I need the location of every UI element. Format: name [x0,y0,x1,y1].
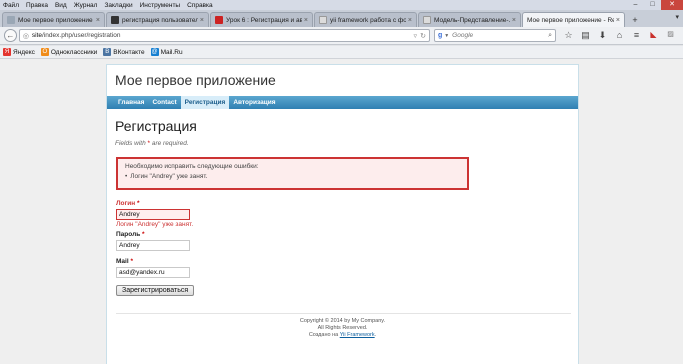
address-bar[interactable]: ◎ site/index.php/user/registration ▿ ↻ [18,29,430,42]
tab-bar: Мое первое приложение - Re... × регистра… [0,10,683,27]
reload-icon[interactable]: ↻ [420,32,426,40]
login-field[interactable] [116,209,190,220]
bookmarks-list-icon[interactable]: ▤ [577,30,594,41]
page-title: Регистрация [115,118,197,134]
footer-copyright: Copyright © 2014 by My Company. [299,318,386,324]
globe-icon: ◎ [22,32,29,40]
bookmarks-toolbar: Я Яндекс O Одноклассники B ВКонтакте @ M… [0,46,683,59]
bookmark-vkontakte[interactable]: B ВКонтакте [103,48,145,56]
vkontakte-icon: B [103,48,112,56]
back-arrow-icon[interactable]: ← [4,29,17,42]
error-item: Логин "Andrey" уже занят. [125,173,460,180]
maximize-button[interactable]: □ [644,0,661,10]
search-input[interactable] [452,32,549,39]
search-bar[interactable]: g ▼ ⌕ [433,29,556,42]
footer-rights: All Rights Reserved. [317,325,368,331]
menu-edit[interactable]: Правка [26,2,48,9]
window-controls: – □ ✕ [627,0,683,10]
browser-tab[interactable]: yii framework работа с фо... × [314,12,417,27]
mail-label: Mail * [116,258,133,265]
bookmark-label: Одноклассники [50,48,98,56]
page-favicon-icon [7,16,15,24]
footer-powered: Создано на Yii Framework. [308,332,377,338]
menu-icon[interactable]: ≡ [628,30,645,41]
menu-bookmarks[interactable]: Закладки [104,2,132,9]
site-logo: Мое первое приложение [115,72,276,88]
page-container: Мое первое приложение Главная Contact Ре… [106,64,579,364]
tab-title: Модель-Представление-... [434,16,510,24]
browser-tab[interactable]: регистрация пользовател... × [106,12,209,27]
menu-history[interactable]: Журнал [74,2,98,9]
odnoklassniki-icon: O [40,48,49,56]
bookmark-yandex[interactable]: Я Яндекс [3,48,35,56]
menu-view[interactable]: Вид [55,2,67,9]
browser-tab[interactable]: Модель-Представление-... × [418,12,521,27]
search-icon[interactable]: ⌕ [548,32,552,40]
menu-bar: Файл Правка Вид Журнал Закладки Инструме… [0,0,683,10]
url-dropdown-icon[interactable]: ▿ [414,32,418,40]
download-icon[interactable]: ⬇ [594,30,611,41]
password-label: Пароль * [116,231,145,238]
new-tab-button[interactable]: + [629,13,641,27]
addon-icon[interactable]: ◣ [645,30,662,41]
video-favicon-icon [111,16,119,24]
google-icon[interactable]: g [438,32,442,39]
minimize-button[interactable]: – [627,0,644,10]
tab-title: Мое первое приложение - Re... [527,16,614,24]
footer: Copyright © 2014 by My Company. All Righ… [107,318,578,339]
yii-framework-link[interactable]: Yii Framework [340,332,375,338]
menu-file[interactable]: Файл [3,2,19,9]
close-tab-icon[interactable]: × [616,17,620,24]
error-summary-header: Необходимо исправить следующие ошибки: [125,163,259,170]
addon-gray-icon[interactable]: ▨ [662,30,679,41]
close-tab-icon[interactable]: × [200,17,204,24]
password-field[interactable] [116,240,190,251]
close-tab-icon[interactable]: × [408,17,412,24]
site-favicon-icon [215,16,223,24]
mail-field[interactable] [116,267,190,278]
login-error: Логин "Andrey" уже занят. [116,221,194,228]
menu-link-login[interactable]: Авторизация [229,96,279,109]
toolbar-icons: ☆ ▤ ⬇ ⌂ ≡ ◣ ▨ [560,30,679,41]
required-note: Fields with * are required. [115,140,189,147]
navigation-toolbar: ← ◎ site/index.php/user/registration ▿ ↻… [0,27,683,45]
menu-link-contact[interactable]: Contact [148,96,180,109]
tab-title: Урок 6 : Регистрация и ав... [226,16,302,24]
footer-divider [116,313,571,314]
browser-tab[interactable]: Урок 6 : Регистрация и ав... × [210,12,313,27]
menu-tools[interactable]: Инструменты [140,2,181,9]
search-engine-dropdown-icon[interactable]: ▼ [444,33,449,39]
browser-tab[interactable]: Мое первое приложение - Re... × [2,12,105,27]
main-menu: Главная Contact Регистрация Авторизация [107,96,578,109]
mailru-icon: @ [150,48,159,56]
menu-link-home[interactable]: Главная [114,96,148,109]
page-favicon-icon [319,16,327,24]
menu-help[interactable]: Справка [187,2,213,9]
bookmark-label: Яндекс [13,48,35,56]
yandex-icon: Я [3,48,11,56]
bookmark-label: Mail.Ru [160,48,183,56]
page-viewport: Мое первое приложение Главная Contact Ре… [0,59,683,364]
error-list: Логин "Andrey" уже занят. [125,173,460,180]
menu-link-registration[interactable]: Регистрация [180,96,230,109]
error-summary: Необходимо исправить следующие ошибки: Л… [116,157,469,190]
url-text[interactable]: site/index.php/user/registration [32,32,411,39]
register-button[interactable]: Зарегистрироваться [116,285,195,296]
login-label: Логин * [116,200,140,207]
tab-title: yii framework работа с фо... [330,16,406,24]
close-tab-icon[interactable]: × [96,17,100,24]
tab-title: регистрация пользовател... [122,16,198,24]
page-favicon-icon [423,16,431,24]
close-tab-icon[interactable]: × [304,17,308,24]
tab-list-chevron-icon[interactable]: ▾ [675,13,679,21]
bookmark-star-icon[interactable]: ☆ [560,30,577,41]
bookmark-mailru[interactable]: @ Mail.Ru [150,48,183,56]
close-window-button[interactable]: ✕ [661,0,683,10]
close-tab-icon[interactable]: × [512,17,516,24]
bookmark-odnoklassniki[interactable]: O Одноклассники [40,48,98,56]
home-icon[interactable]: ⌂ [611,30,628,41]
browser-tab-active[interactable]: Мое первое приложение - Re... × [522,12,625,27]
bookmark-label: ВКонтакте [113,48,145,56]
tab-title: Мое первое приложение - Re... [18,16,94,24]
